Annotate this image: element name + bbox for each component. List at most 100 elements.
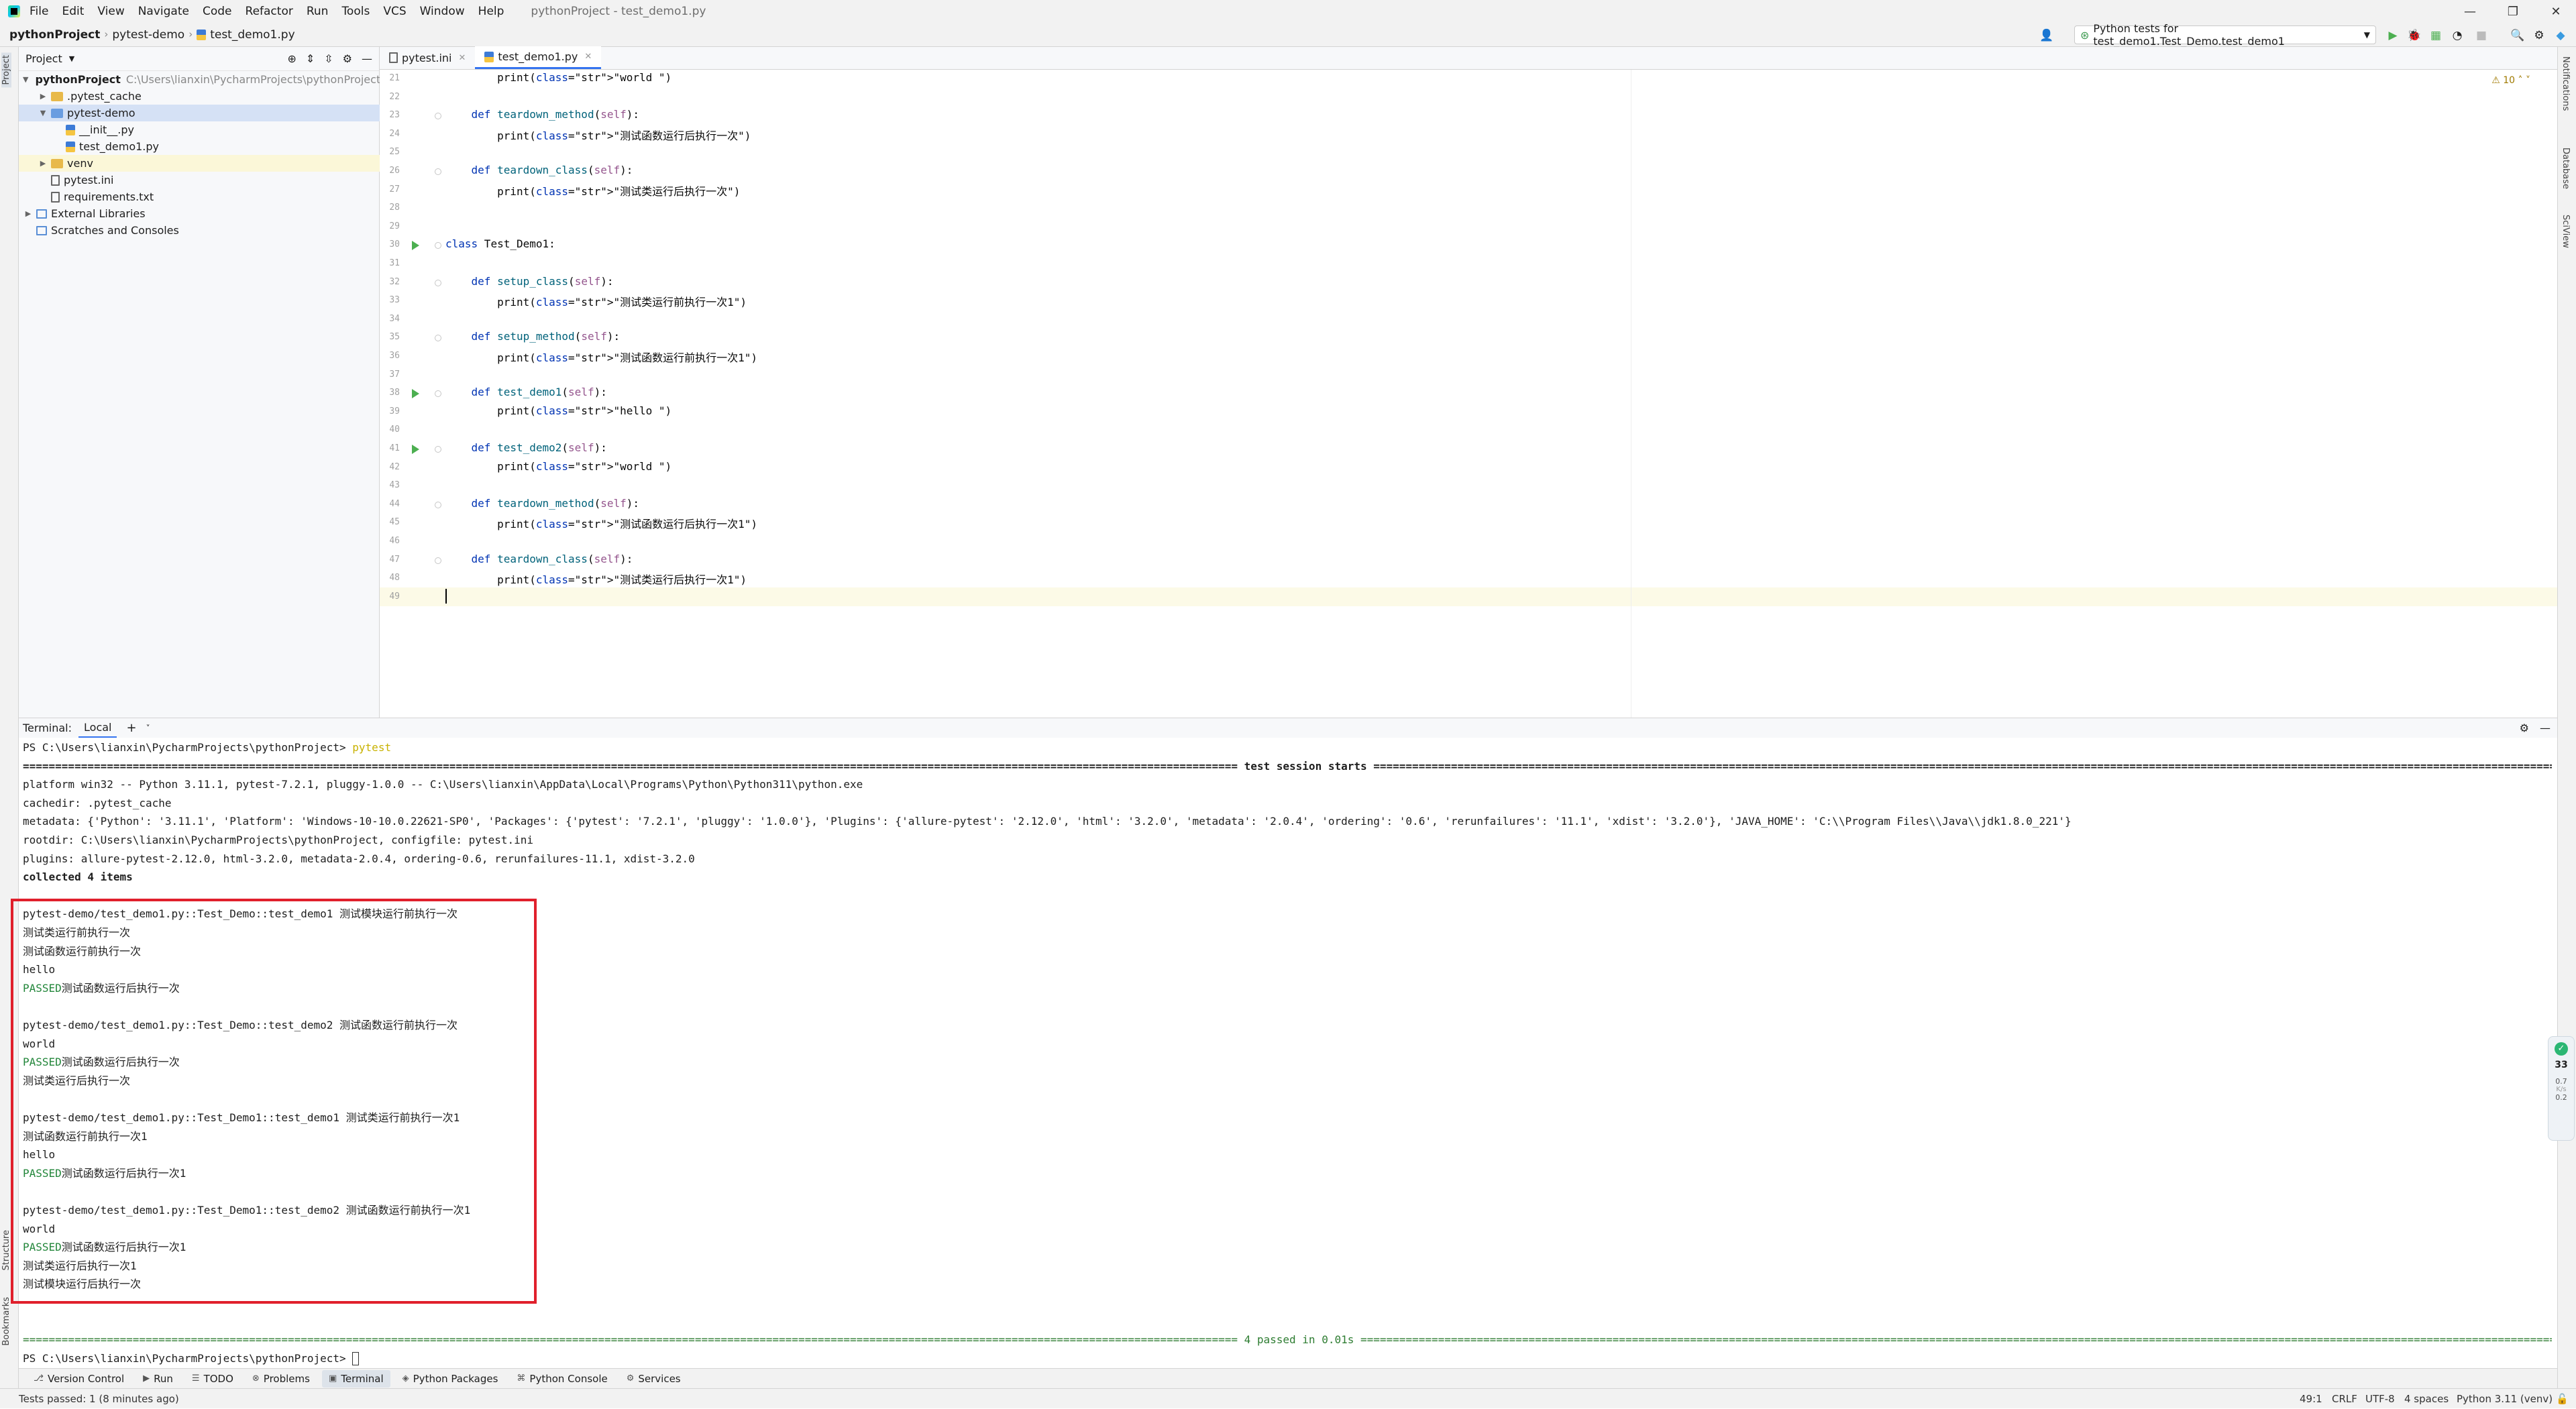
hide-panel-icon[interactable]: — [2540, 722, 2551, 734]
tool-window-run[interactable]: ▶ Run [136, 1370, 180, 1388]
fold-marker-icon[interactable] [435, 113, 441, 120]
menu-edit[interactable]: Edit [62, 5, 84, 18]
tree-item-pythonproject[interactable]: ▼ pythonProject C:\Users\lianxin\PycharmPr… [19, 71, 380, 88]
close-tab-icon[interactable]: ✕ [584, 52, 592, 62]
breadcrumb-item[interactable]: test_demo1.py [197, 28, 295, 42]
file-encoding[interactable]: UTF-8 [2365, 1389, 2395, 1409]
chevron-right-icon[interactable]: ▶ [38, 92, 48, 101]
restore-icon[interactable]: ❐ [2496, 0, 2530, 23]
breadcrumb-item[interactable]: pytest-demo [112, 28, 184, 42]
gear-icon[interactable]: ⚙ [2532, 28, 2546, 43]
menu-vcs[interactable]: VCS [383, 5, 406, 18]
side-tab-bookmarks[interactable]: Bookmarks [1, 1294, 11, 1349]
debug-icon[interactable]: 🐞 [2407, 28, 2422, 43]
tool-window-python-packages[interactable]: ◈ Python Packages [396, 1370, 505, 1388]
tool-window-services[interactable]: ⚙ Services [620, 1370, 688, 1388]
user-icon[interactable]: 👤 [2039, 28, 2054, 43]
side-tab-database[interactable]: Database [2561, 148, 2571, 189]
tree-item-pytest-ini[interactable]: pytest.ini [19, 172, 380, 188]
line-separator[interactable]: CRLF [2332, 1389, 2357, 1409]
code-line: print(class="str">"测试函数运行后执行一次") [445, 129, 751, 142]
locate-icon[interactable]: ⊕ [287, 52, 296, 65]
menu-file[interactable]: File [30, 5, 48, 18]
menu-refactor[interactable]: Refactor [246, 5, 293, 18]
menu-navigate[interactable]: Navigate [138, 5, 189, 18]
side-tab-sciview[interactable]: SciView [2561, 215, 2571, 248]
profile-icon[interactable]: ◔ [2450, 28, 2465, 43]
close-tab-icon[interactable]: ✕ [458, 53, 466, 63]
coverage-icon[interactable]: ▦ [2428, 28, 2443, 43]
editor-tab-pytest-ini[interactable]: pytest.ini ✕ [380, 46, 475, 69]
run-configuration-select[interactable]: ⊛ Python tests for test_demo1.Test_Demo.… [2074, 22, 2376, 48]
code-area[interactable]: 21 print(class="str">"world ") 22 23 def t… [380, 70, 2557, 718]
python-interpreter[interactable]: Python 3.11 (venv) [2457, 1389, 2553, 1409]
indent-setting[interactable]: 4 spaces [2404, 1389, 2449, 1409]
tool-window-terminal[interactable]: ▣ Terminal [321, 1369, 390, 1388]
menu-help[interactable]: Help [478, 5, 504, 18]
terminal-tab-local[interactable]: Local [78, 718, 117, 738]
tree-item-test-demo1-py[interactable]: test_demo1.py [19, 138, 380, 155]
project-panel-title[interactable]: Project [25, 52, 62, 65]
run-gutter-icon[interactable] [412, 389, 419, 399]
expand-all-icon[interactable]: ⇕ [306, 52, 315, 65]
breadcrumb-item[interactable]: pythonProject [9, 28, 100, 42]
code-line: print(class="str">"测试函数运行前执行一次1") [445, 351, 757, 364]
menu-window[interactable]: Window [420, 5, 465, 18]
cursor-position[interactable]: 49:1 [2300, 1389, 2322, 1409]
jetbrains-ai-icon[interactable]: ◆ [2553, 28, 2568, 43]
fold-marker-icon[interactable] [435, 557, 441, 564]
add-terminal-icon[interactable]: + [126, 721, 136, 735]
minimize-icon[interactable]: — [2453, 0, 2487, 23]
chevron-down-icon[interactable]: ˅ [146, 724, 150, 733]
run-icon[interactable]: ▶ [2385, 28, 2400, 43]
fold-marker-icon[interactable] [435, 446, 441, 453]
tool-window-python-console[interactable]: ⌘ Python Console [510, 1370, 614, 1388]
tool-window-todo[interactable]: ☰ TODO [185, 1370, 240, 1388]
stop-icon[interactable]: ■ [2474, 28, 2489, 43]
side-tab-notifications[interactable]: Notifications [2561, 56, 2571, 111]
run-gutter-icon[interactable] [412, 445, 419, 454]
hide-panel-icon[interactable]: — [362, 52, 372, 65]
chevron-down-icon[interactable]: ▼ [23, 75, 28, 84]
tree-item-scratches-and-consoles[interactable]: Scratches and Consoles [19, 222, 380, 239]
search-icon[interactable]: 🔍 [2510, 28, 2525, 43]
tool-window-version-control[interactable]: ⎇ Version Control [27, 1370, 131, 1388]
fold-marker-icon[interactable] [435, 168, 441, 175]
chevron-right-icon[interactable]: ▶ [38, 159, 48, 168]
fold-marker-icon[interactable] [435, 390, 441, 398]
chevron-right-icon[interactable]: ▶ [23, 209, 34, 218]
gear-icon[interactable]: ⚙ [343, 52, 352, 65]
tool-window-problems[interactable]: ⊗ Problems [246, 1370, 317, 1388]
tree-item-pytest-demo[interactable]: ▼ pytest-demo [19, 105, 380, 121]
tree-item-venv[interactable]: ▶ venv [19, 155, 380, 172]
run-icon: ▶ [143, 1373, 150, 1384]
tool-window-label: Python Packages [413, 1372, 498, 1385]
close-window-icon[interactable]: ✕ [2538, 0, 2573, 23]
lock-icon[interactable]: 🔓 [2556, 1389, 2569, 1409]
terminal-cursor [352, 1352, 360, 1366]
chevron-down-icon[interactable]: ▼ [69, 54, 74, 63]
tree-item-label: venv [67, 157, 93, 170]
fold-marker-icon[interactable] [435, 335, 441, 342]
collapse-all-icon[interactable]: ⇳ [324, 52, 333, 65]
fold-marker-icon[interactable] [435, 501, 441, 508]
status-message[interactable]: Tests passed: 1 (8 minutes ago) [19, 1393, 179, 1405]
fold-marker-icon[interactable] [435, 279, 441, 286]
side-tab-project[interactable]: Project [1, 52, 11, 88]
tree-item--pytest-cache[interactable]: ▶ .pytest_cache [19, 88, 380, 105]
chevron-down-icon[interactable]: ▼ [38, 109, 48, 117]
fold-marker-icon[interactable] [435, 242, 441, 249]
tree-item-requirements-txt[interactable]: requirements.txt [19, 188, 380, 205]
tree-item-external-libraries[interactable]: ▶ External Libraries [19, 205, 380, 222]
menu-code[interactable]: Code [203, 5, 232, 18]
editor-tab-test-demo1-py[interactable]: test_demo1.py ✕ [475, 46, 602, 69]
tree-item--init-py[interactable]: __init__.py [19, 121, 380, 138]
side-tab-structure[interactable]: Structure [1, 1227, 11, 1273]
line-number: 44 [389, 498, 400, 509]
network-monitor-widget: ✓ 33 0.7 K/s 0.2 [2548, 1036, 2575, 1141]
gear-icon[interactable]: ⚙ [2520, 722, 2529, 734]
menu-view[interactable]: View [97, 5, 124, 18]
menu-run[interactable]: Run [307, 5, 329, 18]
menu-tools[interactable]: Tools [341, 5, 370, 18]
run-gutter-icon[interactable] [412, 241, 419, 251]
